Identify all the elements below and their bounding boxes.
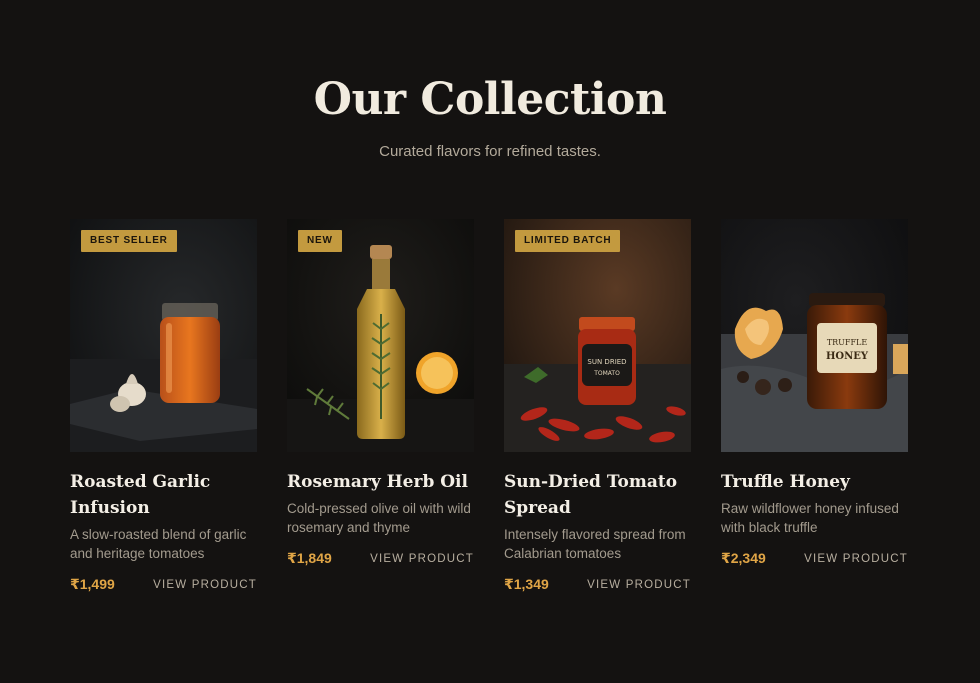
tomato-spread-jar-photo: SUN DRIED TOMATO (504, 219, 691, 452)
product-footer: ₹1,349 VIEW PRODUCT (504, 576, 691, 593)
product-image[interactable]: NEW (287, 219, 474, 452)
product-price: ₹1,849 (287, 550, 332, 566)
product-name: Roasted Garlic Infusion (70, 472, 211, 518)
product-card: TRUFFLE HONEY Truffle Honey Raw wildflow… (721, 219, 908, 567)
product-footer: ₹1,499 VIEW PRODUCT (70, 576, 257, 593)
truffle-honey-jar-photo: TRUFFLE HONEY (721, 219, 908, 452)
view-product-link[interactable]: VIEW PRODUCT (153, 579, 257, 591)
page-subtitle: Curated flavors for refined tastes. (379, 143, 601, 160)
product-name: Truffle Honey (721, 472, 850, 492)
product-image[interactable]: SUN DRIED TOMATO LIMITED BATCH (504, 219, 691, 452)
product-price: ₹1,349 (504, 576, 549, 592)
product-description: Intensely flavored spread from Calabrian… (504, 527, 686, 561)
collection-header: Our Collection Curated flavors for refin… (0, 70, 980, 162)
product-name: Rosemary Herb Oil (287, 472, 468, 492)
jar-label-line1: TRUFFLE (827, 338, 868, 347)
product-badge: NEW (298, 230, 342, 252)
product-description: Raw wildflower honey infused with black … (721, 501, 899, 535)
product-card: BEST SELLER Roasted Garlic Infusion A sl… (70, 219, 257, 593)
view-product-link[interactable]: VIEW PRODUCT (370, 553, 474, 565)
product-description: Cold-pressed olive oil with wild rosemar… (287, 501, 471, 535)
product-image[interactable]: TRUFFLE HONEY (721, 219, 908, 452)
product-footer: ₹1,849 VIEW PRODUCT (287, 550, 474, 567)
product-price: ₹1,499 (70, 576, 115, 592)
product-price: ₹2,349 (721, 550, 766, 566)
product-badge: LIMITED BATCH (515, 230, 621, 252)
product-badge: BEST SELLER (81, 230, 177, 252)
product-grid: BEST SELLER Roasted Garlic Infusion A sl… (70, 219, 908, 619)
product-description: A slow-roasted blend of garlic and herit… (70, 527, 247, 561)
product-footer: ₹2,349 VIEW PRODUCT (721, 550, 908, 567)
jar-label-line2: HONEY (826, 351, 869, 362)
product-name: Sun-Dried Tomato Spread (504, 472, 678, 518)
product-card: SUN DRIED TOMATO LIMITED BATCH Sun-Dried… (504, 219, 691, 593)
jar-label-line1: SUN DRIED (587, 358, 626, 366)
rosemary-oil-bottle-photo (287, 219, 474, 452)
view-product-link[interactable]: VIEW PRODUCT (587, 579, 691, 591)
jar-label-line2: TOMATO (593, 370, 620, 377)
product-image[interactable]: BEST SELLER (70, 219, 257, 452)
page-title: Our Collection (313, 74, 667, 125)
product-card: NEW Rosemary Herb Oil Cold-pressed olive… (287, 219, 474, 567)
view-product-link[interactable]: VIEW PRODUCT (804, 553, 908, 565)
garlic-infusion-jar-photo (70, 219, 257, 452)
